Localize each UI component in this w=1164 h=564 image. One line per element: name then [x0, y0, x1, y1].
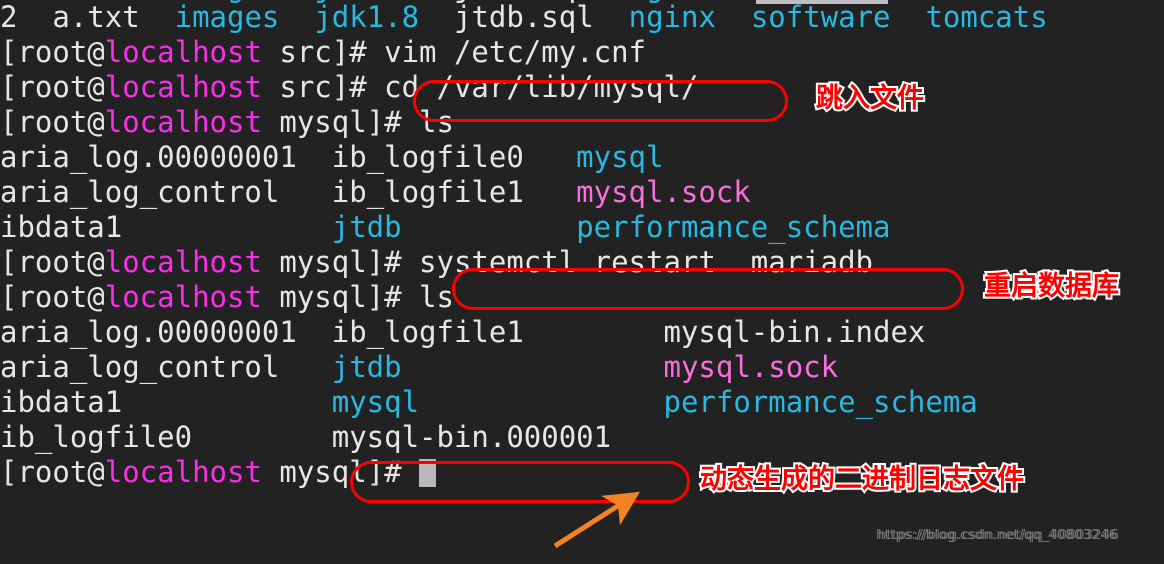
terminal-text-segment: mysql-bin.000001	[331, 420, 612, 454]
terminal-text-segment: aria_log.00000001	[0, 140, 332, 174]
annotation-arrow-to-binlog	[553, 491, 641, 549]
terminal-text-segment: mysql	[331, 385, 420, 419]
terminal-text-segment: [root@	[0, 105, 105, 139]
terminal-text-segment: localhost	[104, 35, 262, 69]
annotation-label-cd: 跳入文件	[814, 82, 926, 116]
terminal-text-segment: mysql]# ls	[261, 105, 454, 139]
watermark: https://blog.csdn.net/qq_40803246 https:…	[876, 528, 1120, 543]
terminal-text-segment: localhost	[104, 70, 262, 104]
terminal-text-segment: jtdb.sql	[454, 0, 594, 34]
terminal-text-segment: mysql.sock	[576, 175, 751, 209]
terminal-text-segment: tomcats	[925, 0, 1048, 34]
terminal-text-segment: [root@	[0, 245, 105, 279]
terminal-text-segment: performance_schema	[663, 385, 978, 419]
terminal-text-segment: ib_logfile1	[331, 175, 577, 209]
terminal-text-segment: [root@	[0, 455, 105, 489]
terminal-text-segment: images	[174, 0, 280, 34]
terminal-text-segment: [root@	[0, 70, 105, 104]
line-ls1-row3: ibdata1 jtdb performance_schema	[0, 210, 1164, 245]
terminal-text-segment: ibdata1	[0, 210, 332, 244]
annotation-label-binlog: 动态生成的二进制日志文件	[698, 463, 1026, 497]
terminal-text-segment: nginx	[628, 0, 716, 34]
line-ls2-row2: aria_log_control jtdb mysql.sock	[0, 350, 1164, 385]
line-ls2-row1: aria_log.00000001 ib_logfile1 mysql-bin.…	[0, 315, 1164, 350]
terminal-text-segment: [root@	[0, 35, 105, 69]
terminal-text-segment: localhost	[104, 280, 262, 314]
line-cd: [root@localhost src]# cd /var/lib/mysql/	[0, 70, 1164, 105]
terminal-window: 2 a.txt images jdk1.8 jtdb.sql nginx sof…	[0, 0, 1164, 564]
terminal-text-segment: jtdb	[331, 210, 402, 244]
terminal-text-segment: aria_log_control	[0, 350, 332, 384]
terminal-text-segment: mysql.sock	[663, 350, 839, 384]
terminal-text-segment: a.txt	[52, 0, 140, 34]
line-ls-home: 2 a.txt images jdk1.8 jtdb.sql nginx sof…	[0, 0, 1164, 35]
terminal-text-segment: src]# cd /var/lib/mysql/	[261, 70, 699, 104]
terminal-text-segment: src]# vim /etc/my.cnf	[261, 35, 647, 69]
terminal-text-segment: ib_logfile1	[331, 315, 664, 349]
terminal-text-segment: mysql]# systemctl restart mariadb	[261, 245, 873, 279]
line-vim: [root@localhost src]# vim /etc/my.cnf	[0, 35, 1164, 70]
line-ls1-row2: aria_log_control ib_logfile1 mysql.sock	[0, 175, 1164, 210]
terminal-output[interactable]: 2 a.txt images jdk1.8 jtdb.sql nginx sof…	[0, 0, 1164, 490]
line-ls2-row3: ibdata1 mysql performance_schema	[0, 385, 1164, 420]
terminal-text-segment: jdk1.8	[314, 0, 420, 34]
watermark-text-ghost: https://blog.csdn.net/qq_40803246	[878, 528, 1120, 543]
terminal-text-segment: mysql]# ls	[261, 280, 454, 314]
terminal-text-segment: mysql]#	[261, 455, 420, 489]
terminal-text-segment: [root@	[0, 280, 105, 314]
terminal-text-segment: ib_logfile0	[331, 140, 577, 174]
terminal-text-segment: mysql	[576, 140, 664, 174]
line-ls2-row4: ib_logfile0 mysql-bin.000001	[0, 420, 1164, 455]
terminal-text-segment: ibdata1	[0, 385, 332, 419]
terminal-text-segment: localhost	[104, 455, 262, 489]
terminal-cursor[interactable]	[419, 459, 437, 487]
annotation-label-systemctl: 重启数据库	[982, 270, 1121, 304]
line-prompt-ls-1: [root@localhost mysql]# ls	[0, 105, 1164, 140]
terminal-text-segment: aria_log.00000001	[0, 315, 332, 349]
terminal-text-segment: jtdb	[331, 350, 402, 384]
line-ls1-row1: aria_log.00000001 ib_logfile0 mysql	[0, 140, 1164, 175]
terminal-text-segment: localhost	[104, 245, 262, 279]
terminal-text-segment: 2	[0, 0, 53, 34]
terminal-text-segment: software	[750, 0, 891, 34]
terminal-text-segment: localhost	[104, 105, 262, 139]
terminal-text-segment: mysql-bin.index	[663, 315, 926, 349]
terminal-text-segment: ib_logfile0	[0, 420, 332, 454]
terminal-text-segment: aria_log_control	[0, 175, 332, 209]
terminal-text-segment: performance_schema	[576, 210, 891, 244]
